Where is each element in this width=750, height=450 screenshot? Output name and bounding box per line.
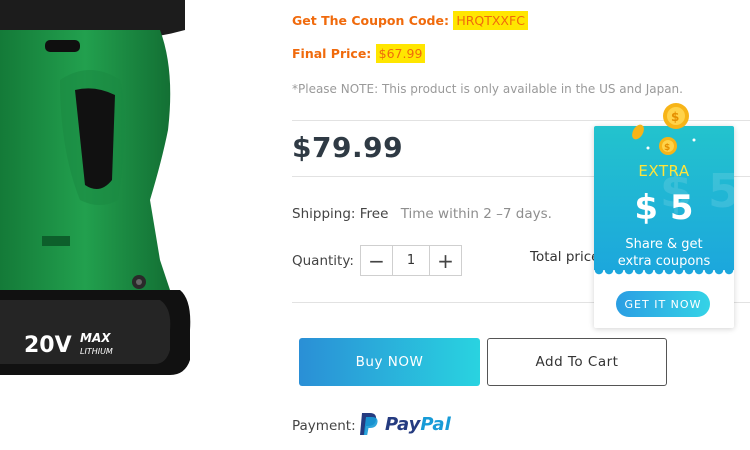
final-price-value: $67.99 (375, 44, 426, 63)
coupon-line: Get The Coupon Code: HRQTXXFC (292, 11, 528, 30)
battery-brand-text: MAX (80, 331, 111, 345)
promo-widget[interactable]: $ 5 EXTRA $ 5 Share & get extra coupons … (594, 100, 740, 328)
shipping-info: Shipping: Free Time within 2 –7 days. (292, 206, 552, 222)
promo-extra-label: EXTRA (638, 162, 690, 180)
get-it-now-button[interactable]: GET IT NOW (616, 291, 710, 317)
shipping-label: Shipping: (292, 206, 356, 222)
coupon-label: Get The Coupon Code: (292, 13, 449, 28)
product-price: $79.99 (292, 131, 404, 164)
paypal-logo: PayPal (359, 412, 451, 436)
buy-now-button[interactable]: Buy NOW (299, 338, 480, 386)
shipping-time: Time within 2 –7 days. (400, 206, 552, 222)
promo-share-line2: extra coupons (617, 254, 711, 269)
availability-note: *Please NOTE: This product is only avail… (292, 82, 683, 96)
payment-label: Payment: (292, 418, 356, 434)
coins-icon: $ $ (632, 103, 696, 155)
paypal-pay-text: Pay (385, 413, 421, 435)
battery-sub-text: LITHIUM (80, 347, 113, 356)
total-price-label: Total price (530, 249, 600, 265)
coupon-code[interactable]: HRQTXXFC (453, 11, 528, 30)
shipping-value: Free (359, 206, 389, 222)
battery-voltage-text: 20V (24, 333, 72, 358)
quantity-decrease-button[interactable]: − (361, 246, 392, 275)
add-to-cart-button[interactable]: Add To Cart (487, 338, 667, 386)
promo-share-text: Share & get extra coupons (594, 236, 734, 270)
quantity-input[interactable]: 1 (392, 246, 430, 275)
paypal-icon (360, 413, 378, 435)
quantity-increase-button[interactable]: + (430, 246, 461, 275)
svg-text:$: $ (664, 143, 670, 153)
svg-text:$: $ (671, 110, 679, 124)
product-image: 20V MAX LITHIUM (0, 0, 200, 380)
final-price-label: Final Price: (292, 46, 372, 61)
promo-share-line1: Share & get (625, 237, 703, 252)
final-price-line: Final Price: $67.99 (292, 44, 426, 63)
quantity-stepper: − 1 + (360, 245, 462, 276)
paypal-pal-text: Pal (420, 413, 451, 435)
promo-amount: $ 5 (634, 188, 694, 228)
quantity-label: Quantity: (292, 253, 354, 269)
